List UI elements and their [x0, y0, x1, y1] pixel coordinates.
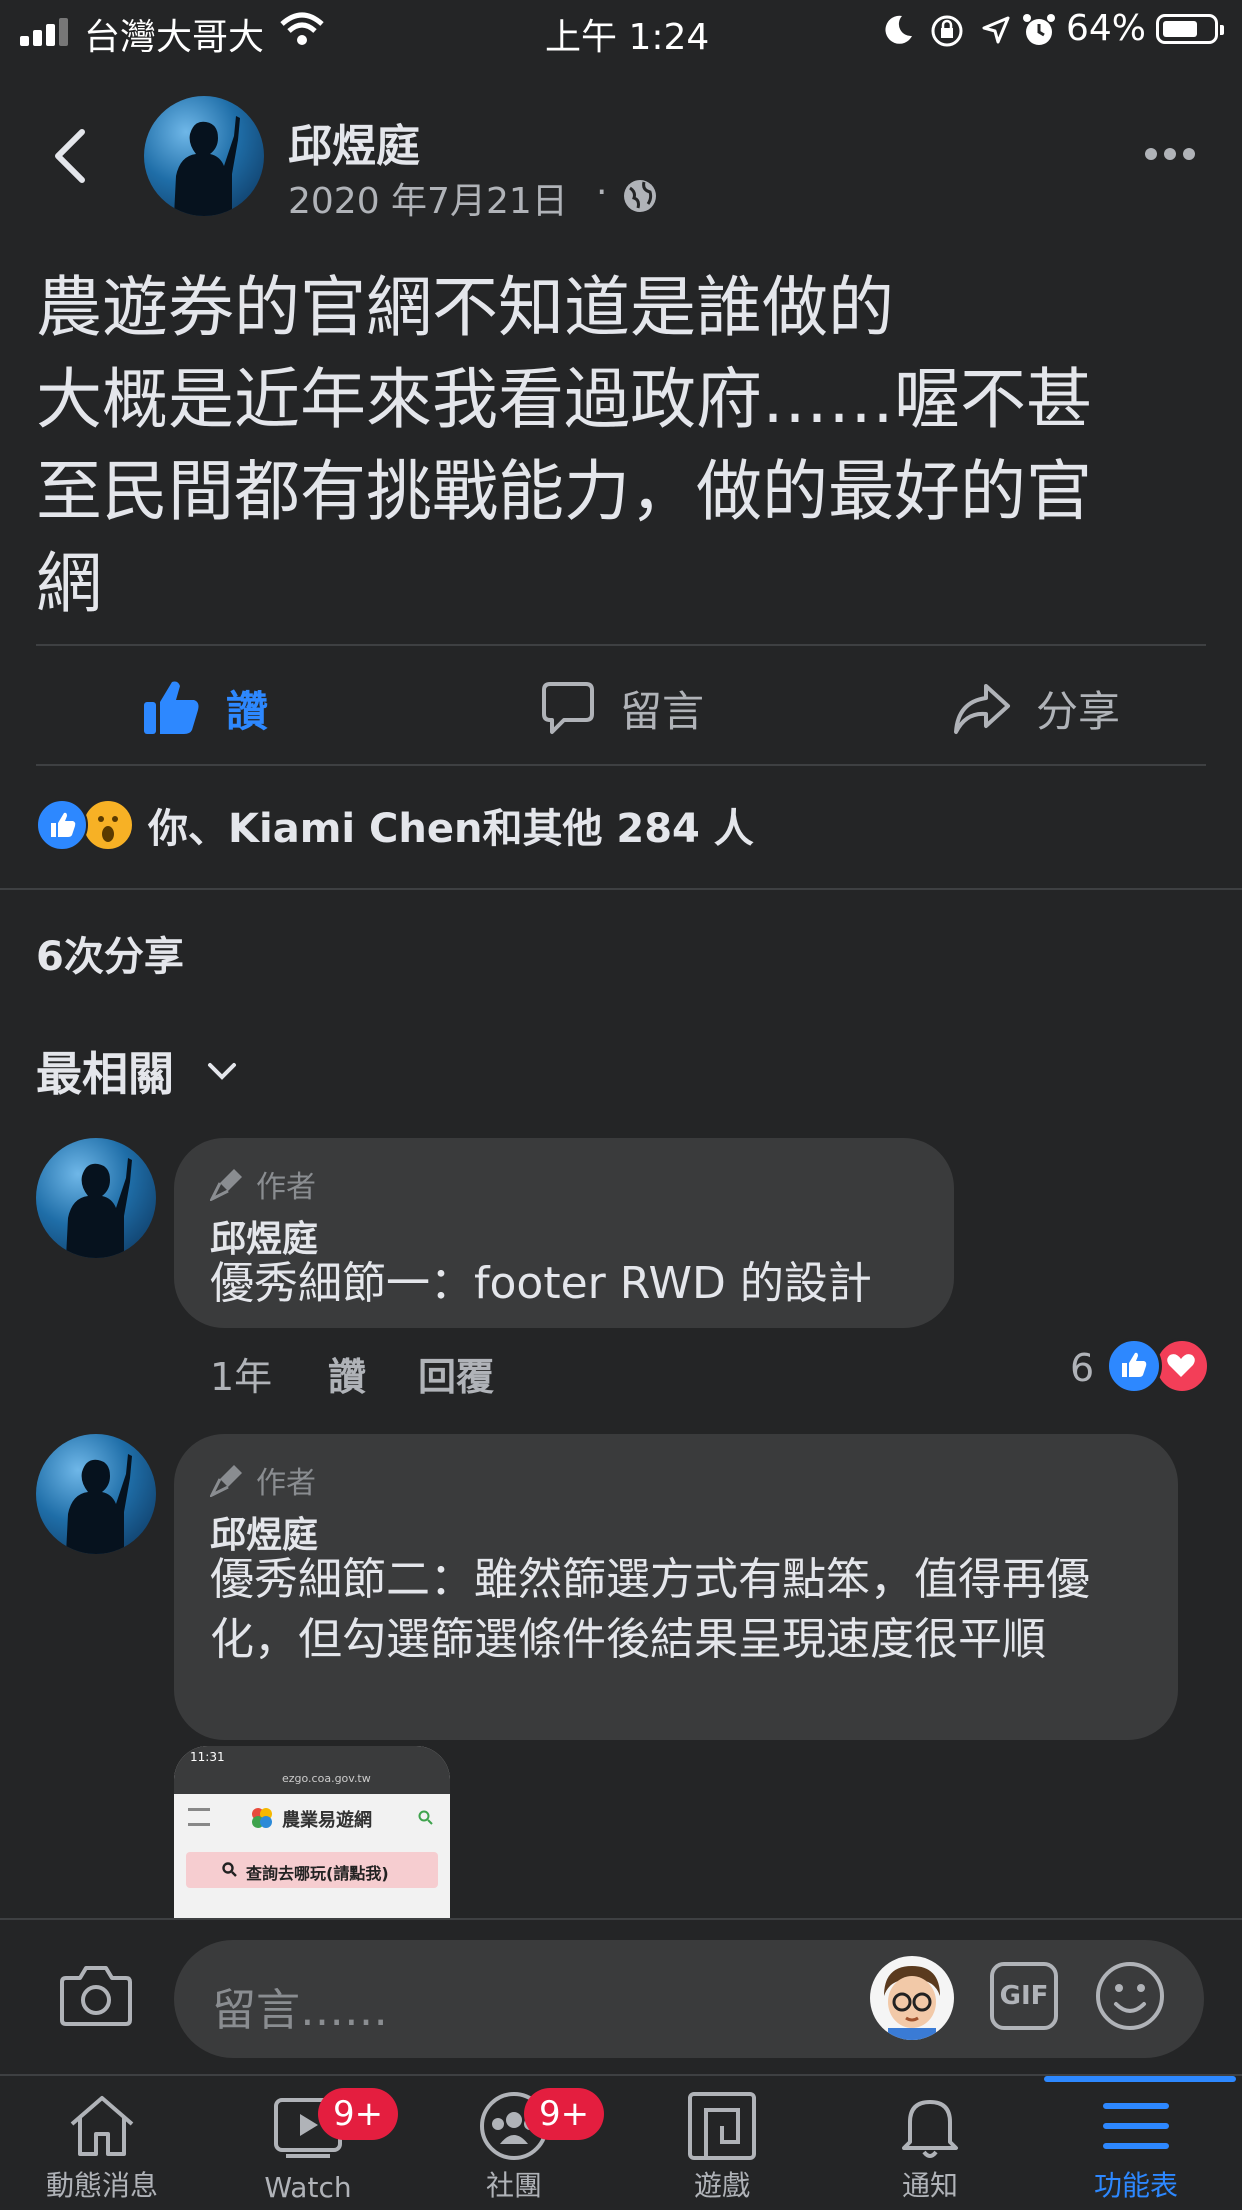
comment-text: 優秀細節二：雖然篩選方式有點笨，值得再優化，但勾選篩選條件後結果呈現速度很平順: [210, 1554, 1090, 1665]
section-divider: [0, 888, 1242, 890]
comment-avatar[interactable]: [36, 1138, 156, 1258]
comment-image-attachment[interactable]: 11:31 ezgo.coa.gov.tw 農業易遊網 查詢去哪玩(請點我): [174, 1746, 450, 1918]
tab-label: 通知: [901, 2169, 958, 2202]
battery-icon: [1156, 14, 1224, 44]
comment-bubble[interactable]: 作者 邱煜庭 優秀細節二：雖然篩選方式有點笨，值得再優化，但勾選篩選條件後結果呈…: [174, 1434, 1178, 1740]
bell-icon: [902, 2100, 958, 2158]
magnifier-icon: [222, 1862, 237, 1877]
wow-reaction-icon: [82, 799, 134, 851]
comment-icon: [542, 682, 594, 734]
author-tag: 作者: [210, 1162, 316, 1206]
gif-label: GIF: [999, 1981, 1049, 2011]
sort-comments-selector[interactable]: 最相關: [36, 1038, 240, 1104]
location-icon: [982, 16, 1010, 44]
comment-love-reaction-icon: [1154, 1338, 1210, 1394]
gaming-icon: [688, 2092, 756, 2160]
clover-logo-icon: [252, 1808, 272, 1828]
attachment-search-button: 查詢去哪玩(請點我): [186, 1852, 438, 1888]
share-label: 分享: [1036, 686, 1121, 736]
share-count[interactable]: 6次分享: [36, 924, 184, 982]
tab-gaming[interactable]: 遊戲: [622, 2076, 822, 2210]
divider: [36, 644, 1206, 646]
home-icon: [70, 2096, 134, 2156]
like-reaction-icon: [36, 799, 88, 851]
attachment-url: ezgo.coa.gov.tw: [282, 1772, 371, 1785]
comment-input-placeholder: 留言……: [212, 1985, 388, 2036]
back-arrow-icon[interactable]: [50, 128, 90, 184]
comment-avatar[interactable]: [36, 1434, 156, 1554]
wifi-icon: [280, 12, 324, 45]
comment-label: 留言: [620, 686, 705, 736]
reactions-text: 你、Kiami Chen和其他 284 人: [148, 806, 754, 852]
rotation-lock-icon: [931, 15, 963, 47]
bottom-tab-bar: 動態消息 9+ Watch 9+ 社團 遊戲 通知 功能表: [0, 2074, 1242, 2210]
globe-icon: [624, 180, 656, 212]
author-avatar[interactable]: [144, 96, 264, 216]
attachment-button-label: 查詢去哪玩(請點我): [246, 1864, 389, 1883]
comment-reply-button[interactable]: 回覆: [418, 1346, 494, 1401]
share-button[interactable]: 分享: [952, 668, 1120, 748]
tab-groups[interactable]: 9+ 社團: [414, 2076, 614, 2210]
tab-label: 功能表: [1093, 2169, 1178, 2202]
more-options-icon[interactable]: [1144, 146, 1196, 162]
avatar-sticker-icon[interactable]: [870, 1956, 954, 2040]
tab-label: 社團: [485, 2169, 542, 2202]
status-bar: 台灣大哥大 上午 1:24 64%: [0, 0, 1242, 62]
notification-badge: 9+: [318, 2088, 398, 2140]
comment-button[interactable]: 留言: [540, 668, 704, 748]
battery-percent: 64%: [1066, 8, 1147, 49]
thumbs-up-icon: [144, 681, 199, 734]
microphone-icon: [210, 1169, 242, 1201]
share-icon: [954, 684, 1010, 734]
tab-menu[interactable]: 功能表: [1036, 2076, 1236, 2210]
gif-button[interactable]: GIF: [990, 1962, 1058, 2030]
menu-icon: [1103, 2103, 1169, 2149]
comment-text: 優秀細節一：footer RWD 的設計: [210, 1258, 872, 1309]
tab-label: 遊戲: [693, 2169, 750, 2202]
attachment-site-name: 農業易遊網: [282, 1810, 372, 1831]
comment-like-button[interactable]: 讚: [328, 1346, 366, 1401]
comment-composer: 留言…… GIF: [0, 1918, 1242, 2076]
emoji-icon[interactable]: [1094, 1960, 1166, 2032]
post-text: 農遊券的官網不知道是誰做的 大概是近年來我看過政府……喔不甚 至民間都有挑戰能力…: [36, 269, 1092, 622]
carrier-label: 台灣大哥大: [84, 17, 265, 58]
attachment-search-icon: [418, 1810, 433, 1825]
like-label: 讚: [226, 686, 269, 736]
tab-watch[interactable]: 9+ Watch: [208, 2076, 408, 2210]
tab-news-feed[interactable]: 動態消息: [2, 2076, 202, 2210]
attachment-menu-icon: [188, 1808, 210, 1826]
attachment-time: 11:31: [190, 1750, 225, 1764]
comment-bubble[interactable]: 作者 邱煜庭 優秀細節一：footer RWD 的設計: [174, 1138, 954, 1328]
tab-notifications[interactable]: 通知: [830, 2076, 1030, 2210]
tab-label: 動態消息: [45, 2169, 158, 2202]
notification-badge: 9+: [524, 2088, 604, 2140]
comment-input[interactable]: 留言…… GIF: [174, 1940, 1204, 2058]
comment-reaction-count[interactable]: 6: [1070, 1346, 1094, 1390]
attachment-browser-bar: 11:31 ezgo.coa.gov.tw: [174, 1746, 450, 1794]
date-separator: ·: [596, 172, 608, 213]
microphone-icon: [210, 1465, 242, 1497]
reactions-summary[interactable]: 你、Kiami Chen和其他 284 人: [36, 798, 754, 852]
tab-label: Watch: [264, 2171, 352, 2204]
active-tab-indicator: [1044, 2076, 1236, 2082]
comment-like-reaction-icon: [1106, 1338, 1162, 1394]
comment-time[interactable]: 1年: [210, 1346, 272, 1401]
sort-label: 最相關: [36, 1047, 174, 1101]
post-date[interactable]: 2020 年7月21日: [288, 172, 568, 224]
moon-icon: [885, 15, 912, 44]
chevron-down-icon: [208, 1063, 236, 1080]
camera-icon[interactable]: [58, 1964, 134, 2028]
author-tag: 作者: [210, 1458, 316, 1502]
signal-icon: [20, 18, 70, 46]
like-button[interactable]: 讚: [142, 668, 268, 748]
divider: [36, 764, 1206, 766]
clock: 上午 1:24: [545, 17, 710, 58]
author-name[interactable]: 邱煜庭: [288, 110, 420, 174]
alarm-icon: [1023, 14, 1055, 45]
